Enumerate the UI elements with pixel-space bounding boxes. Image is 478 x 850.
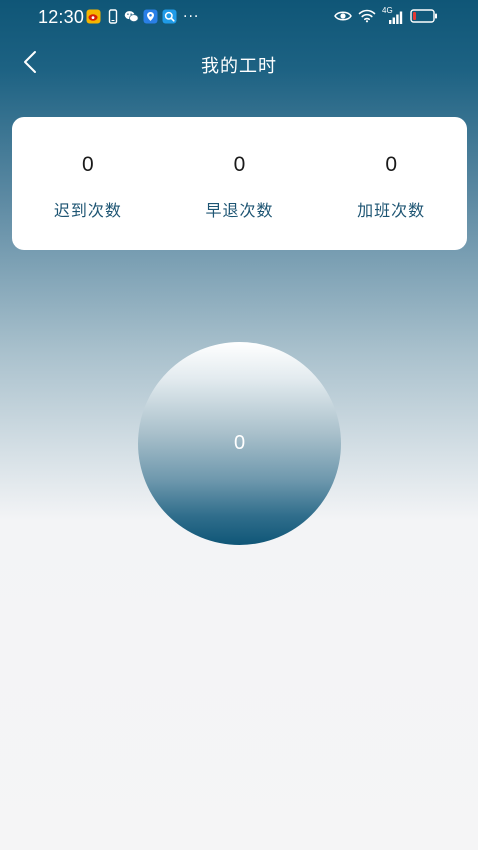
stat-early-leave: 0 早退次数 — [164, 117, 316, 250]
stat-overtime-label: 加班次数 — [357, 201, 426, 220]
battery-icon — [410, 8, 438, 27]
notification-icons: ··· — [86, 9, 199, 24]
location-icon — [143, 9, 158, 24]
wechat-icon — [124, 9, 139, 24]
status-time: 12:30 — [38, 7, 85, 27]
stat-overtime: 0 加班次数 — [315, 117, 467, 250]
signal-icon: 4G — [382, 6, 404, 25]
page-title: 我的工时 — [201, 56, 277, 77]
system-icons: 4G — [334, 6, 438, 27]
nav-bar: 我的工时 — [0, 36, 478, 92]
stat-early-leave-value: 0 — [233, 153, 246, 176]
weibo-icon — [86, 9, 101, 24]
work-hours-circle: 0 — [138, 342, 341, 545]
stat-early-leave-label: 早退次数 — [205, 201, 274, 220]
status-bar: 12:30 ··· 4G — [0, 0, 478, 36]
stat-overtime-value: 0 — [385, 153, 398, 176]
stat-late-label: 迟到次数 — [53, 201, 122, 220]
work-hours-value: 0 — [233, 432, 246, 454]
stat-late: 0 迟到次数 — [12, 117, 164, 250]
phone-icon — [105, 9, 120, 24]
wifi-icon — [358, 8, 376, 27]
more-notifications: ··· — [183, 8, 200, 25]
eye-icon — [334, 8, 352, 27]
stats-card: 0 迟到次数 0 早退次数 0 加班次数 — [12, 117, 467, 250]
search-app-icon — [162, 9, 177, 24]
stat-late-value: 0 — [81, 153, 94, 176]
